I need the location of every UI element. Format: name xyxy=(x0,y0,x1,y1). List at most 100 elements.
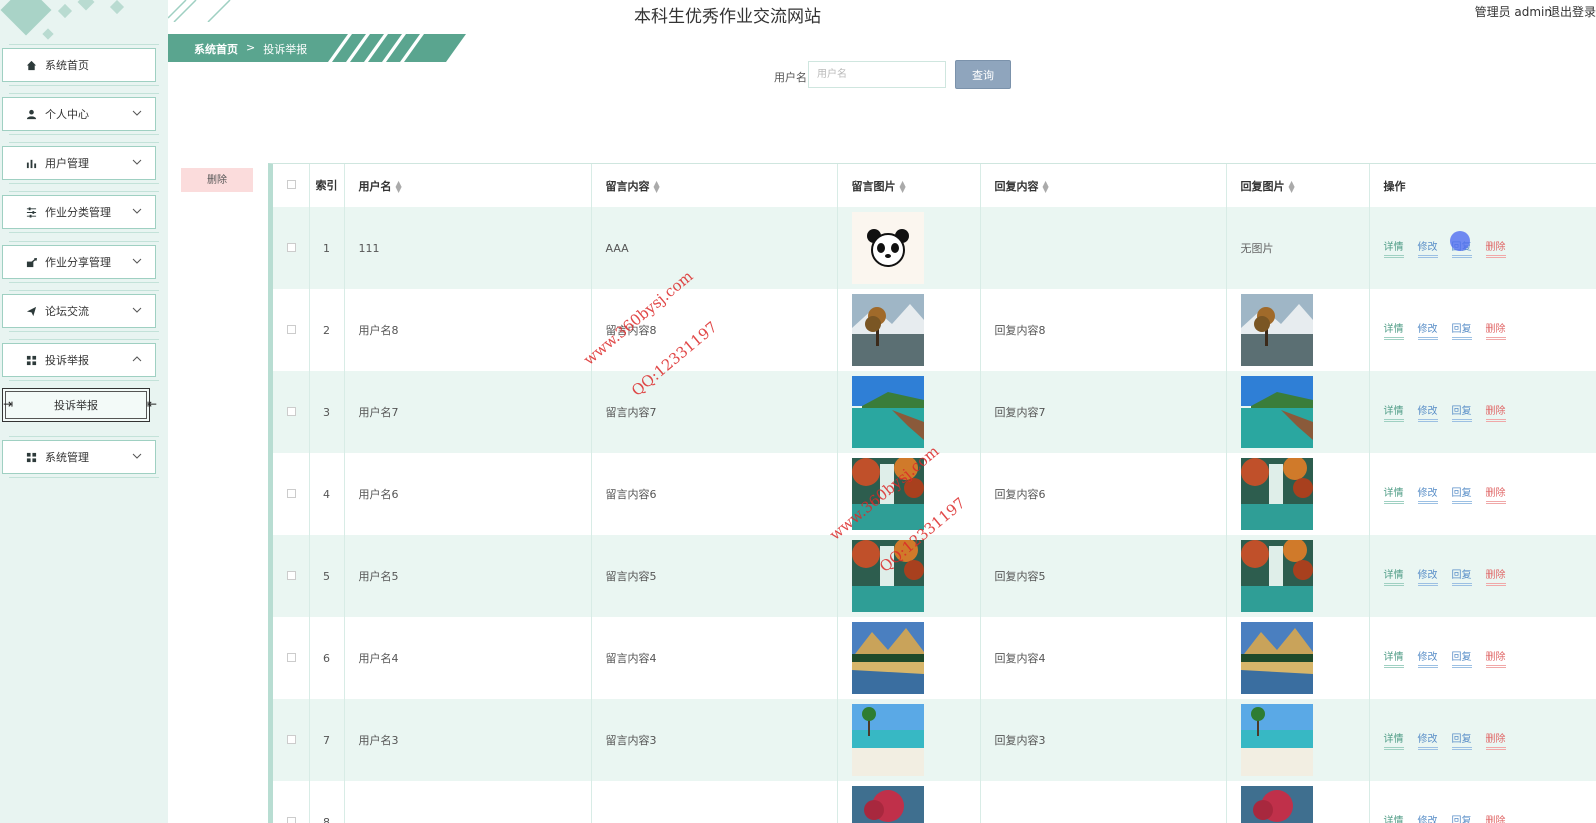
detail-button[interactable]: 详情 xyxy=(1384,812,1404,823)
row-index: 8 xyxy=(309,781,345,823)
reply-cell: 回复内容6 xyxy=(980,453,1227,535)
detail-button[interactable]: 详情 xyxy=(1383,320,1404,340)
table-row: 4 用户名6 留言内容6 回复内容6 详情 修改 回复 删除 xyxy=(273,453,1596,535)
detail-button[interactable]: 详情 xyxy=(1383,238,1404,258)
reply-image[interactable] xyxy=(1240,458,1313,530)
detail-button[interactable]: 详情 xyxy=(1383,484,1404,504)
sidebar-item-forum[interactable]: 论坛交流 xyxy=(2,290,159,332)
column-header-reply[interactable]: 回复内容 ▲ ▼ xyxy=(980,164,1227,207)
reply-image[interactable] xyxy=(1240,540,1313,612)
message-image-cell xyxy=(837,289,981,371)
sort-icon[interactable]: ▲ ▼ xyxy=(654,179,660,193)
detail-button[interactable]: 详情 xyxy=(1383,648,1404,668)
reply-button[interactable]: 回复 xyxy=(1451,484,1472,504)
row-index: 3 xyxy=(309,371,345,453)
delete-button[interactable]: 删除 xyxy=(1485,238,1506,258)
delete-button[interactable]: 删除 xyxy=(1485,566,1506,586)
edit-button[interactable]: 修改 xyxy=(1417,730,1438,750)
detail-button[interactable]: 详情 xyxy=(1383,402,1404,422)
reply-image[interactable] xyxy=(1240,704,1313,776)
edit-button[interactable]: 修改 xyxy=(1417,566,1438,586)
column-header-reply-image[interactable]: 回复图片 ▲ ▼ xyxy=(1226,164,1370,207)
message-image[interactable] xyxy=(851,458,924,530)
detail-button[interactable]: 详情 xyxy=(1383,730,1404,750)
sidebar-item-complaints[interactable]: 投诉举报 xyxy=(2,339,159,381)
row-index: 5 xyxy=(309,535,345,617)
select-all-checkbox[interactable] xyxy=(287,180,296,189)
reply-button[interactable]: 回复 xyxy=(1451,648,1472,668)
row-checkbox[interactable] xyxy=(287,734,296,744)
delete-button[interactable]: 删除 xyxy=(1485,484,1506,504)
row-checkbox[interactable] xyxy=(287,406,296,416)
row-checkbox[interactable] xyxy=(287,652,296,662)
reply-image-cell xyxy=(1226,617,1370,699)
complaints-table: 索引 用户名 ▲ ▼ 留言内容 ▲ ▼ 留言图片 ▲ ▼ 回复内容 ▲ ▼ 回复图片 ▲ ▼ 操作 … xyxy=(268,163,1596,823)
reply-image[interactable] xyxy=(1240,622,1313,694)
sort-icon[interactable]: ▲ ▼ xyxy=(1043,179,1049,193)
row-select-cell xyxy=(273,371,310,453)
column-header-message-image[interactable]: 留言图片 ▲ ▼ xyxy=(837,164,981,207)
site-title: 本科生优秀作业交流网站 xyxy=(634,7,821,27)
column-header-username[interactable]: 用户名 ▲ ▼ xyxy=(344,164,592,207)
reply-image[interactable] xyxy=(1240,376,1313,448)
message-image[interactable] xyxy=(851,786,924,823)
delete-button[interactable]: 删除 xyxy=(1485,402,1506,422)
message-image[interactable] xyxy=(851,540,924,612)
edit-button[interactable]: 修改 xyxy=(1417,648,1438,668)
edit-button[interactable]: 修改 xyxy=(1417,238,1438,258)
delete-button[interactable]: 删除 xyxy=(1486,812,1506,823)
reply-image[interactable] xyxy=(1240,294,1313,366)
message-image[interactable] xyxy=(851,294,924,366)
reply-cell: 回复内容3 xyxy=(980,699,1227,781)
row-checkbox[interactable] xyxy=(287,488,296,498)
row-select-cell xyxy=(273,699,310,781)
sidebar-item-user-management[interactable]: 用户管理 xyxy=(2,142,159,184)
sort-icon[interactable]: ▲ ▼ xyxy=(396,179,402,193)
reply-button[interactable]: 回复 xyxy=(1451,566,1472,586)
sidebar-item-category-management[interactable]: 作业分类管理 xyxy=(2,191,159,233)
reply-image-cell xyxy=(1226,289,1370,371)
reply-button[interactable]: 回复 xyxy=(1451,320,1472,340)
logout-link[interactable]: 退出登录 xyxy=(1548,3,1596,20)
row-checkbox[interactable] xyxy=(287,816,296,823)
row-checkbox[interactable] xyxy=(287,324,296,334)
breadcrumb-home[interactable]: 系统首页 xyxy=(194,41,238,57)
sidebar-item-label: 系统首页 xyxy=(45,59,89,72)
edit-button[interactable]: 修改 xyxy=(1417,320,1438,340)
delete-button[interactable]: 删除 xyxy=(1485,730,1506,750)
reply-button[interactable]: 回复 xyxy=(1451,730,1472,750)
reply-button[interactable]: 回复 xyxy=(1451,402,1472,422)
username-search-input[interactable] xyxy=(808,61,946,88)
sidebar-item-label: 用户管理 xyxy=(45,157,89,170)
search-button[interactable]: 查询 xyxy=(955,60,1011,89)
reply-image[interactable] xyxy=(1240,786,1313,823)
reply-button[interactable]: 回复 xyxy=(1451,238,1472,258)
sidebar-item-personal-center[interactable]: 个人中心 xyxy=(2,93,159,135)
edit-button[interactable]: 修改 xyxy=(1417,484,1438,504)
sidebar-item-system-management[interactable]: 系统管理 xyxy=(2,436,159,478)
sidebar-item-home[interactable]: 系统首页 xyxy=(2,44,159,86)
row-checkbox[interactable] xyxy=(287,570,296,580)
delete-button[interactable]: 删除 xyxy=(1485,648,1506,668)
detail-button[interactable]: 详情 xyxy=(1383,566,1404,586)
batch-delete-button[interactable]: 删除 xyxy=(181,168,253,192)
sidebar-item-share-management[interactable]: 作业分享管理 xyxy=(2,241,159,283)
row-index: 1 xyxy=(309,207,345,289)
message-image[interactable] xyxy=(851,212,924,284)
edit-button[interactable]: 修改 xyxy=(1417,402,1438,422)
message-image[interactable] xyxy=(851,704,924,776)
message-image[interactable] xyxy=(851,376,924,448)
chevron-down-icon xyxy=(131,156,143,168)
column-header-message[interactable]: 留言内容 ▲ ▼ xyxy=(591,164,838,207)
reply-button[interactable]: 回复 xyxy=(1452,812,1472,823)
edit-button[interactable]: 修改 xyxy=(1418,812,1438,823)
batch-delete-label: 删除 xyxy=(207,175,227,186)
message-image[interactable] xyxy=(851,622,924,694)
sort-icon[interactable]: ▲ ▼ xyxy=(900,179,906,193)
delete-button[interactable]: 删除 xyxy=(1485,320,1506,340)
sidebar-subitem-complaints[interactable]: ⇥ 投诉举报 ⇤ xyxy=(2,388,157,422)
sort-icon[interactable]: ▲ ▼ xyxy=(1289,179,1295,193)
row-checkbox[interactable] xyxy=(287,242,296,252)
message-cell: 留言内容7 xyxy=(591,371,838,453)
row-index: 2 xyxy=(309,289,345,371)
